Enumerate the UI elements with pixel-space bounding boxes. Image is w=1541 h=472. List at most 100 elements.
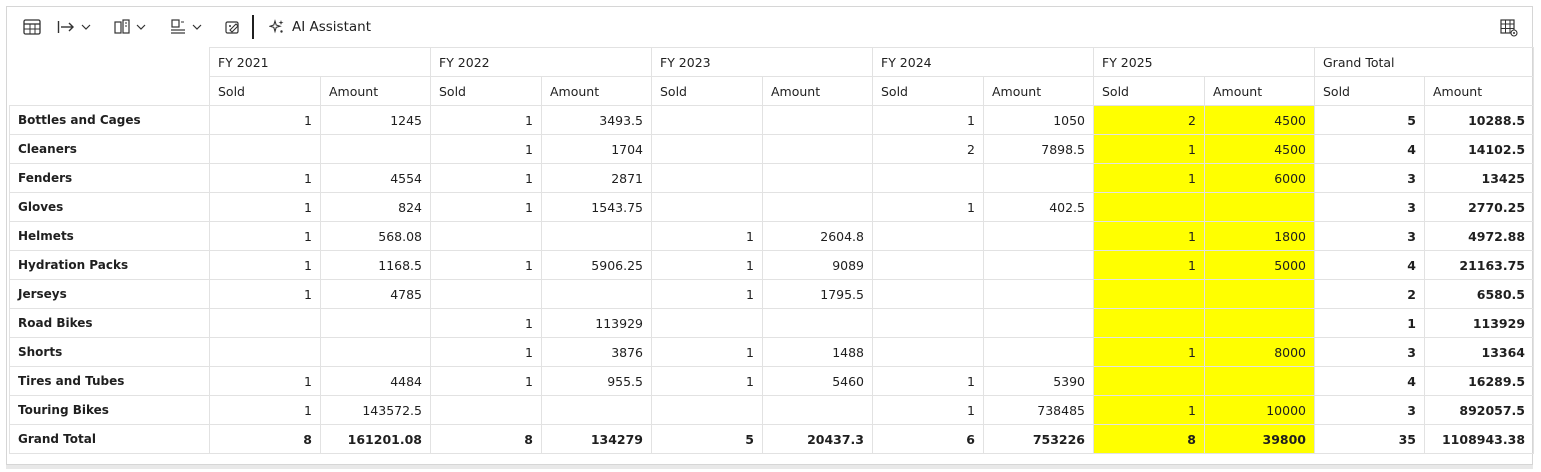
- row-header[interactable]: Helmets: [9, 221, 210, 251]
- sold-cell[interactable]: [872, 221, 984, 251]
- sold-cell[interactable]: 1: [651, 279, 763, 309]
- amount-cell[interactable]: [541, 395, 652, 425]
- column-header-fy2025[interactable]: FY 2025: [1093, 47, 1315, 77]
- amount-cell[interactable]: 1050: [983, 105, 1094, 135]
- sold-cell[interactable]: 1: [430, 337, 542, 367]
- sold-header[interactable]: Sold: [651, 76, 763, 106]
- sold-cell[interactable]: [651, 308, 763, 338]
- column-layout-dropdown-button[interactable]: [114, 17, 146, 37]
- sold-cell[interactable]: 6: [872, 424, 984, 454]
- sold-cell[interactable]: [651, 163, 763, 193]
- amount-header[interactable]: Amount: [762, 76, 873, 106]
- sold-cell[interactable]: [1093, 308, 1205, 338]
- amount-cell[interactable]: [762, 308, 873, 338]
- amount-cell[interactable]: 1795.5: [762, 279, 873, 309]
- amount-cell[interactable]: 4554: [320, 163, 431, 193]
- amount-cell[interactable]: 2770.25: [1423, 192, 1535, 222]
- amount-cell[interactable]: 892057.5: [1423, 395, 1535, 425]
- amount-cell[interactable]: 1488: [762, 337, 873, 367]
- sold-cell[interactable]: 3: [1314, 192, 1425, 222]
- row-header[interactable]: Touring Bikes: [9, 395, 210, 425]
- sold-cell[interactable]: [651, 134, 763, 164]
- amount-cell[interactable]: 6000: [1204, 163, 1315, 193]
- amount-cell[interactable]: 4972.88: [1423, 221, 1535, 251]
- sold-cell[interactable]: [872, 279, 984, 309]
- grid-view-icon[interactable]: [23, 17, 41, 37]
- amount-cell[interactable]: 7898.5: [983, 134, 1094, 164]
- sold-cell[interactable]: 2: [872, 134, 984, 164]
- amount-header[interactable]: Amount: [1204, 76, 1315, 106]
- amount-cell[interactable]: 39800: [1204, 424, 1315, 454]
- amount-cell[interactable]: 113929: [541, 308, 652, 338]
- amount-cell[interactable]: [983, 221, 1094, 251]
- sold-cell[interactable]: [651, 192, 763, 222]
- sold-cell[interactable]: 1: [1314, 308, 1425, 338]
- row-header[interactable]: Hydration Packs: [9, 250, 210, 280]
- sold-cell[interactable]: 1: [872, 395, 984, 425]
- amount-cell[interactable]: 143572.5: [320, 395, 431, 425]
- sold-cell[interactable]: 1: [872, 366, 984, 396]
- amount-cell[interactable]: [320, 308, 431, 338]
- sold-cell[interactable]: [430, 279, 542, 309]
- amount-cell[interactable]: [762, 395, 873, 425]
- horizontal-scrollbar[interactable]: [6, 465, 1533, 469]
- amount-cell[interactable]: [762, 105, 873, 135]
- row-header[interactable]: Gloves: [9, 192, 210, 222]
- sold-header[interactable]: Sold: [872, 76, 984, 106]
- amount-cell[interactable]: 1168.5: [320, 250, 431, 280]
- sold-cell[interactable]: 1: [1093, 134, 1205, 164]
- sold-cell[interactable]: 1: [430, 366, 542, 396]
- amount-cell[interactable]: [1204, 279, 1315, 309]
- sold-cell[interactable]: [430, 221, 542, 251]
- amount-cell[interactable]: 3876: [541, 337, 652, 367]
- row-header[interactable]: Road Bikes: [9, 308, 210, 338]
- sold-cell[interactable]: 4: [1314, 250, 1425, 280]
- amount-cell[interactable]: 21163.75: [1423, 250, 1535, 280]
- sold-cell[interactable]: [430, 395, 542, 425]
- amount-cell[interactable]: [1204, 366, 1315, 396]
- amount-cell[interactable]: 5460: [762, 366, 873, 396]
- amount-cell[interactable]: [541, 221, 652, 251]
- amount-cell[interactable]: 3493.5: [541, 105, 652, 135]
- row-header[interactable]: Shorts: [9, 337, 210, 367]
- amount-cell[interactable]: 8000: [1204, 337, 1315, 367]
- sold-cell[interactable]: [651, 105, 763, 135]
- amount-cell[interactable]: 753226: [983, 424, 1094, 454]
- sold-cell[interactable]: 1: [209, 105, 321, 135]
- subtotals-dropdown-button[interactable]: [170, 17, 202, 37]
- amount-cell[interactable]: 5906.25: [541, 250, 652, 280]
- sold-cell[interactable]: 1: [430, 163, 542, 193]
- amount-cell[interactable]: 161201.08: [320, 424, 431, 454]
- amount-cell[interactable]: 1245: [320, 105, 431, 135]
- conditional-format-icon[interactable]: [225, 17, 241, 37]
- sold-cell[interactable]: 2: [1093, 105, 1205, 135]
- row-header[interactable]: Grand Total: [9, 424, 210, 454]
- amount-cell[interactable]: 4484: [320, 366, 431, 396]
- sold-cell[interactable]: 1: [430, 134, 542, 164]
- sold-cell[interactable]: 1: [209, 221, 321, 251]
- sold-header[interactable]: Sold: [209, 76, 321, 106]
- amount-cell[interactable]: [320, 134, 431, 164]
- amount-cell[interactable]: 10000: [1204, 395, 1315, 425]
- sold-cell[interactable]: [209, 308, 321, 338]
- ai-assistant-button[interactable]: AI Assistant: [269, 17, 371, 37]
- amount-cell[interactable]: 1108943.38: [1423, 424, 1535, 454]
- sold-cell[interactable]: 1: [209, 163, 321, 193]
- row-header[interactable]: Tires and Tubes: [9, 366, 210, 396]
- amount-cell[interactable]: 402.5: [983, 192, 1094, 222]
- row-header[interactable]: Bottles and Cages: [9, 105, 210, 135]
- sold-cell[interactable]: 1: [651, 366, 763, 396]
- sold-cell[interactable]: 1: [209, 366, 321, 396]
- column-header-fy2024[interactable]: FY 2024: [872, 47, 1094, 77]
- sold-header[interactable]: Sold: [430, 76, 542, 106]
- sold-cell[interactable]: 4: [1314, 134, 1425, 164]
- sold-cell[interactable]: 1: [1093, 337, 1205, 367]
- sold-cell[interactable]: 2: [1314, 279, 1425, 309]
- amount-cell[interactable]: [1204, 192, 1315, 222]
- amount-cell[interactable]: 5390: [983, 366, 1094, 396]
- sold-cell[interactable]: [209, 134, 321, 164]
- sold-cell[interactable]: 8: [430, 424, 542, 454]
- amount-cell[interactable]: 13425: [1423, 163, 1535, 193]
- amount-header[interactable]: Amount: [983, 76, 1094, 106]
- sold-cell[interactable]: 1: [430, 250, 542, 280]
